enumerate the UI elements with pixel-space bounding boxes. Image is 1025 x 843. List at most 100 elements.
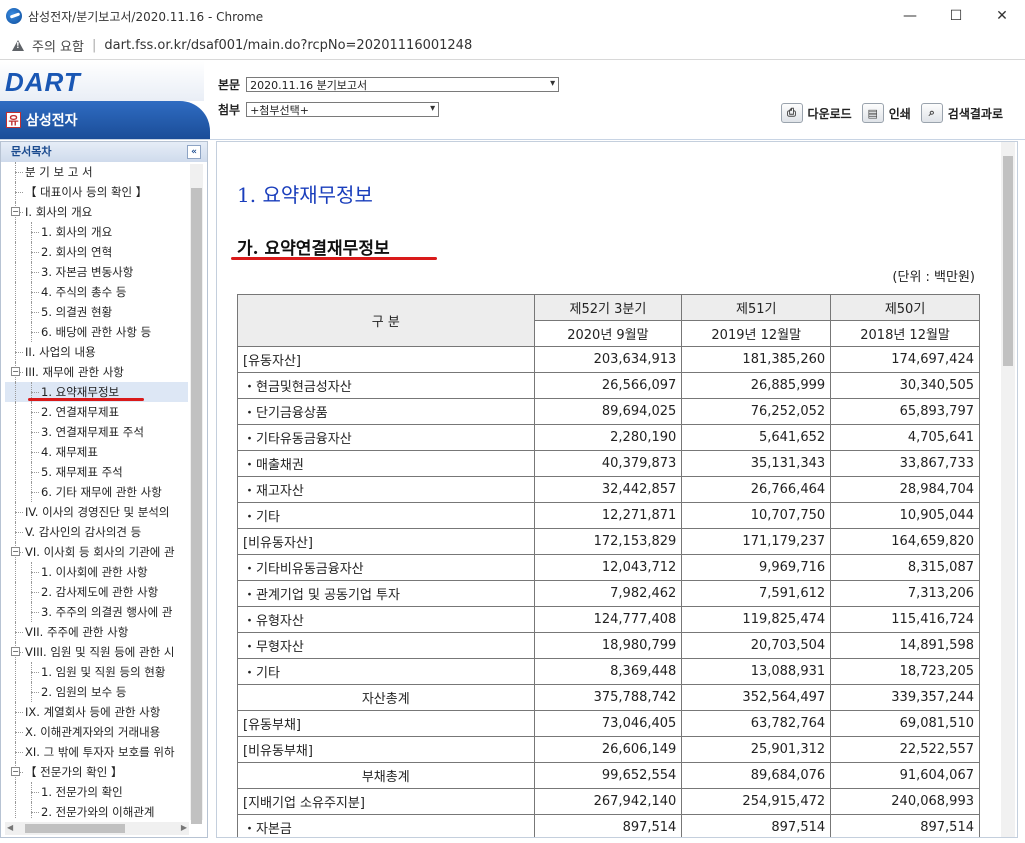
tree-toggle-icon[interactable]: −: [11, 647, 20, 656]
toc-item[interactable]: 6. 배당에 관한 사항 등: [5, 322, 188, 342]
table-row: ・기타 8,369,448 13,088,931 18,723,205: [237, 658, 980, 685]
row-label-cell: ・기타: [237, 502, 535, 529]
minimize-button[interactable]: —: [887, 0, 933, 32]
row-label-cell: ・기타유동금융자산: [237, 424, 535, 451]
toc-item-label: 6. 배당에 관한 사항 등: [41, 325, 152, 339]
toc-item[interactable]: 4. 주식의 총수 등: [5, 282, 188, 302]
row-label-cell: ・단기금융상품: [237, 398, 535, 425]
toc-item[interactable]: 2. 임원의 보수 등: [5, 682, 188, 702]
value-cell: 897,514: [830, 814, 980, 837]
value-cell: 174,697,424: [830, 346, 980, 373]
toc-item[interactable]: 1. 임원 및 직원 등의 현황: [5, 662, 188, 682]
toc-item[interactable]: IV. 이사의 경영진단 및 분석의: [5, 502, 188, 522]
toc-item[interactable]: 분 기 보 고 서: [5, 162, 188, 182]
url-text[interactable]: dart.fss.or.kr/dsaf001/main.do?rcpNo=202…: [104, 38, 472, 53]
toc-item-label: 4. 주식의 총수 등: [41, 285, 127, 299]
toc-item[interactable]: − I. 회사의 개요: [5, 202, 188, 222]
attach-row: 첨부 +첨부선택+ ▾: [218, 101, 440, 118]
table-row: ・기타유동금융자산 2,280,190 5,641,652 4,705,641: [237, 424, 980, 451]
toc-item[interactable]: 1. 전문가의 확인: [5, 782, 188, 802]
tree-line: [15, 532, 23, 533]
toc-item[interactable]: 4. 재무제표: [5, 442, 188, 462]
toc-item-label: 5. 재무제표 주석: [41, 465, 123, 479]
toc-item[interactable]: 1. 회사의 개요: [5, 222, 188, 242]
toc-item[interactable]: 6. 기타 재무에 관한 사항: [5, 482, 188, 502]
toc-item[interactable]: 【 대표이사 등의 확인 】: [5, 182, 188, 202]
table-row: ・단기금융상품 89,694,025 76,252,052 65,893,797: [237, 398, 980, 425]
toc-item[interactable]: 3. 주주의 의결권 행사에 관: [5, 602, 188, 622]
tree-line: [15, 782, 16, 802]
main-doc-select[interactable]: 2020.11.16 분기보고서 ▾: [246, 77, 560, 92]
search-results-button[interactable]: ⌕ 검색결과로: [920, 103, 1003, 123]
tree-line: [15, 632, 23, 633]
toc-scroll-thumb[interactable]: [191, 188, 202, 824]
toc-hscroll-thumb[interactable]: [25, 824, 125, 833]
toc-item[interactable]: V. 감사인의 감사의견 등: [5, 522, 188, 542]
toc-item[interactable]: − VIII. 임원 및 직원 등에 관한 시: [5, 642, 188, 662]
tree-toggle-icon[interactable]: −: [11, 767, 20, 776]
tree-line: [15, 322, 16, 342]
toc-item[interactable]: XI. 그 밖에 투자자 보호를 위하: [5, 742, 188, 762]
toc-item-label: 1. 임원 및 직원 등의 현황: [41, 665, 166, 679]
download-button[interactable]: ⎙ 다운로드: [780, 103, 852, 123]
value-cell: 91,604,067: [830, 762, 980, 789]
warning-icon[interactable]: [12, 40, 24, 51]
value-cell: 10,707,750: [681, 502, 832, 529]
search-results-label: 검색결과로: [947, 106, 1003, 121]
dart-logo[interactable]: DART: [5, 67, 81, 98]
logo-area: DART: [0, 61, 204, 101]
tree-line: [15, 282, 16, 302]
row-label-cell: ・매출채권: [237, 450, 535, 477]
attach-select[interactable]: +첨부선택+ ▾: [246, 102, 440, 117]
content-scroll-thumb[interactable]: [1003, 156, 1013, 366]
toc-item[interactable]: 5. 재무제표 주석: [5, 462, 188, 482]
content-vertical-scrollbar[interactable]: [1001, 142, 1015, 837]
address-separator: |: [91, 38, 97, 53]
tree-toggle-icon[interactable]: −: [11, 547, 20, 556]
scroll-right-icon[interactable]: ▶: [181, 823, 187, 832]
value-cell: 171,179,237: [681, 528, 832, 555]
maximize-button[interactable]: ☐: [933, 0, 979, 32]
toc-item[interactable]: 2. 감사제도에 관한 사항: [5, 582, 188, 602]
security-label[interactable]: 주의 요함: [32, 36, 84, 55]
toc-item[interactable]: II. 사업의 내용: [5, 342, 188, 362]
toc-item[interactable]: − 【 전문가의 확인 】: [5, 762, 188, 782]
value-cell: 124,777,408: [533, 606, 683, 633]
main-doc-value: 2020.11.16 분기보고서: [250, 78, 368, 92]
close-button[interactable]: ✕: [979, 0, 1025, 32]
toc-item[interactable]: 5. 의결권 현황: [5, 302, 188, 322]
toc-item[interactable]: 3. 연결재무제표 주석: [5, 422, 188, 442]
toc-vertical-scrollbar[interactable]: [190, 164, 203, 824]
value-cell: 352,564,497: [681, 684, 832, 711]
toc-item[interactable]: 2. 연결재무제표: [5, 402, 188, 422]
value-cell: 897,514: [533, 814, 683, 837]
collapse-sidebar-button[interactable]: «: [187, 145, 201, 159]
value-cell: 18,723,205: [830, 658, 980, 685]
tree-toggle-icon[interactable]: −: [11, 207, 20, 216]
tree-line: [15, 462, 16, 482]
toc-item[interactable]: − VI. 이사회 등 회사의 기관에 관: [5, 542, 188, 562]
row-label-cell: ・현금및현금성자산: [237, 372, 535, 399]
toc-horizontal-scrollbar[interactable]: ◀ ▶: [5, 822, 189, 835]
toc-item[interactable]: VII. 주주에 관한 사항: [5, 622, 188, 642]
toc-item[interactable]: 2. 전문가와의 이해관계: [5, 802, 188, 818]
toc-item[interactable]: − III. 재무에 관한 사항: [5, 362, 188, 382]
tree-line: [31, 232, 39, 233]
tree-line: [31, 612, 39, 613]
toc-item[interactable]: IX. 계열회사 등에 관한 사항: [5, 702, 188, 722]
address-bar[interactable]: 주의 요함 | dart.fss.or.kr/dsaf001/main.do?r…: [0, 32, 1025, 60]
toc-item[interactable]: 1. 이사회에 관한 사항: [5, 562, 188, 582]
toc-item[interactable]: 2. 회사의 연혁: [5, 242, 188, 262]
tree-line: [31, 452, 39, 453]
value-cell: 119,825,474: [681, 606, 832, 633]
tree-toggle-icon[interactable]: −: [11, 367, 20, 376]
tree-line: [15, 222, 16, 242]
scroll-left-icon[interactable]: ◀: [7, 823, 13, 832]
toc-item[interactable]: 3. 자본금 변동사항: [5, 262, 188, 282]
tree-line: [31, 432, 39, 433]
attach-label: 첨부: [218, 103, 241, 117]
value-cell: 339,357,244: [830, 684, 980, 711]
toc-item[interactable]: X. 이해관계자와의 거래내용: [5, 722, 188, 742]
tree-line: [15, 172, 23, 173]
print-button[interactable]: ▤ 인쇄: [861, 103, 911, 123]
